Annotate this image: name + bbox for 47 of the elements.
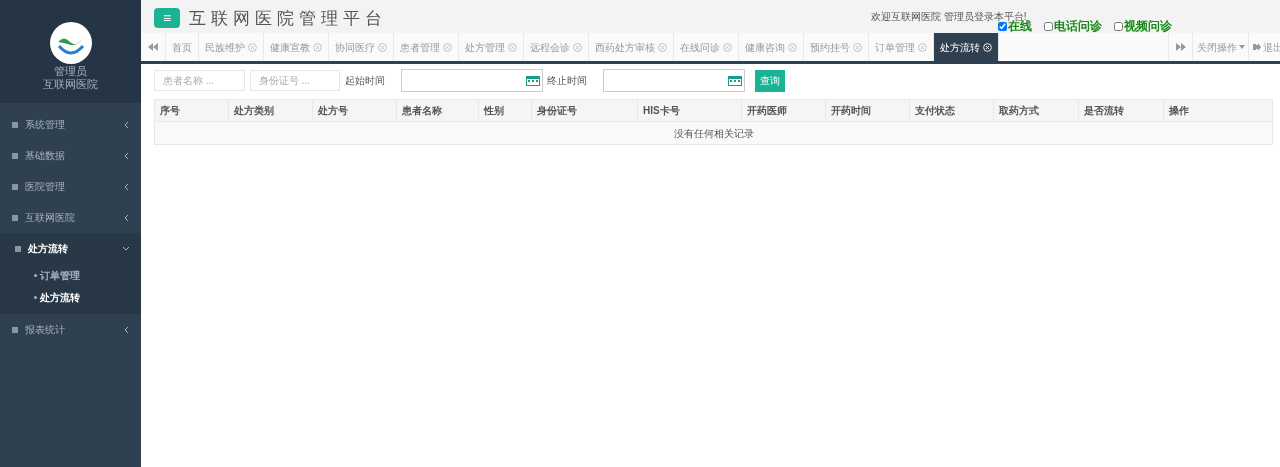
- column-header: 是否流转: [1079, 100, 1164, 121]
- page-tab[interactable]: 在线问诊: [674, 33, 739, 61]
- user-role: 管理员: [54, 65, 87, 78]
- mode-label: 在线: [1008, 19, 1032, 33]
- page-tab[interactable]: 远程会诊: [524, 33, 589, 61]
- sidebar-item[interactable]: 报表统计: [0, 314, 141, 345]
- page-tab[interactable]: 健康宣教: [264, 33, 329, 61]
- page-tab[interactable]: 西药处方审核: [589, 33, 674, 61]
- page-tab[interactable]: 预约挂号: [804, 33, 869, 61]
- page-tab[interactable]: 患者管理: [394, 33, 459, 61]
- column-header: HIS卡号: [638, 100, 742, 121]
- patient-name-field[interactable]: 患者名称 ...: [154, 70, 245, 91]
- column-header: 操作: [1168, 104, 1190, 118]
- menu-button[interactable]: ≡: [154, 8, 180, 28]
- column-header: 患者名称: [397, 100, 479, 121]
- close-menu-dropdown[interactable]: 关闭操作: [1192, 33, 1248, 61]
- column-header: 序号: [155, 100, 229, 121]
- column-header: 处方号: [313, 100, 397, 121]
- sidebar-item[interactable]: 医院管理: [0, 171, 141, 202]
- mode-label: 视频问诊: [1124, 19, 1172, 33]
- sidebar-item[interactable]: 系统管理: [0, 109, 141, 140]
- end-time-label: 终止时间: [547, 74, 587, 88]
- page-tab[interactable]: 处方管理: [459, 33, 524, 61]
- search-button[interactable]: 查询: [755, 69, 785, 92]
- mode-label: 电话问诊: [1054, 19, 1102, 33]
- column-header: 支付状态: [910, 100, 994, 121]
- page-tab[interactable]: 民族维护: [199, 33, 264, 61]
- column-header: 开药医师: [742, 100, 826, 121]
- page-tab[interactable]: 健康咨询: [739, 33, 804, 61]
- column-header: 开药时间: [826, 100, 910, 121]
- empty-message: 没有任何相关记录: [673, 126, 754, 141]
- welcome-text: 欢迎互联网医院 管理员登录本平台!: [871, 10, 1027, 22]
- column-header: 取药方式: [994, 100, 1079, 121]
- column-header: 性别: [479, 100, 532, 121]
- column-header: 身份证号: [532, 100, 638, 121]
- sidebar-item[interactable]: 基础数据: [0, 140, 141, 171]
- column-header: 处方类别: [229, 100, 313, 121]
- id-number-field[interactable]: 身份证号 ...: [250, 70, 340, 91]
- page-tab[interactable]: 协同医疗: [329, 33, 394, 61]
- submenu-item[interactable]: 处方流转: [0, 286, 141, 308]
- platform-title: 互联网医院管理平台: [189, 9, 387, 29]
- start-time-label: 起始时间: [345, 74, 385, 88]
- page-tab[interactable]: 处方流转: [934, 33, 999, 61]
- sidebar-item[interactable]: 互联网医院: [0, 202, 141, 233]
- user-organization: 互联网医院: [43, 78, 98, 91]
- page-tab[interactable]: 首页: [166, 33, 199, 61]
- submenu-item[interactable]: 订单管理: [0, 264, 141, 286]
